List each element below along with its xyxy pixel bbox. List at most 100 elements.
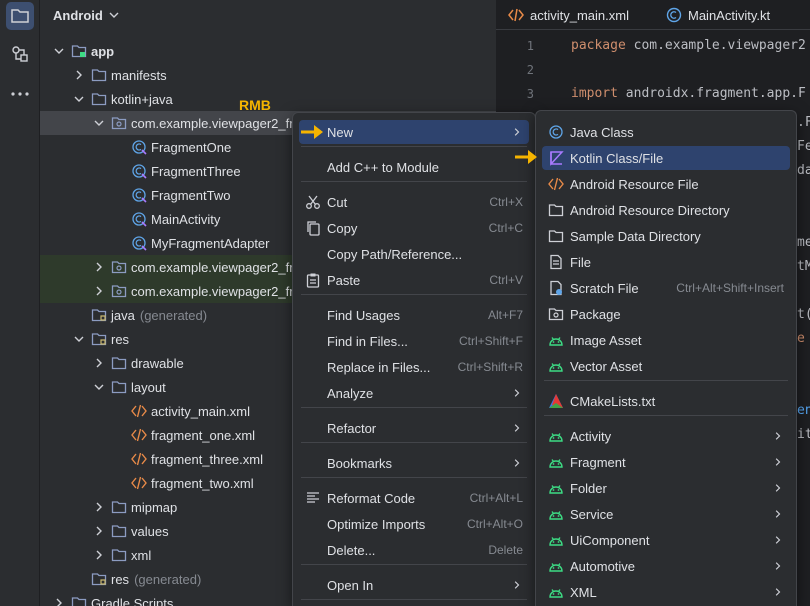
kotlin-class-icon	[132, 212, 147, 227]
menu-item-label: XML	[570, 584, 597, 600]
menu-separator	[301, 564, 527, 565]
menu-item-copy[interactable]: Copy Ctrl+C	[299, 216, 529, 240]
reformat-code-icon	[307, 492, 319, 503]
submenu-item-activity[interactable]: Activity	[542, 424, 790, 448]
menu-item-label: Cut	[327, 194, 348, 210]
submenu-item-android-resource-directory[interactable]: Android Resource Directory	[542, 198, 790, 222]
line-number: 1	[526, 39, 534, 53]
menu-separator	[301, 442, 527, 443]
code-line[interactable]: package com.example.viewpager2	[571, 38, 806, 53]
menu-item-label: Image Asset	[570, 332, 642, 348]
android-icon	[549, 337, 563, 346]
submenu-item-folder[interactable]: Folder	[542, 476, 790, 500]
project-folder-icon[interactable]	[6, 2, 34, 30]
menu-separator	[301, 146, 527, 147]
submenu-item-image-asset[interactable]: Image Asset	[542, 328, 790, 352]
tree-row[interactable]: manifests	[40, 63, 496, 87]
android-icon	[549, 363, 563, 372]
xml-file-icon	[131, 428, 147, 442]
menu-item-label: Copy	[327, 220, 358, 236]
menu-item-label: Android Resource Directory	[570, 202, 730, 218]
menu-item-delete[interactable]: Delete... Delete	[299, 538, 529, 562]
folder-icon	[548, 204, 564, 217]
submenu-item-service[interactable]: Service	[542, 502, 790, 526]
menu-item-label: Reformat Code	[327, 490, 416, 506]
menu-item-label: Paste	[327, 272, 361, 288]
menu-item-label: CMakeLists.txt	[570, 393, 656, 409]
tab-label: activity_main.xml	[530, 7, 629, 23]
tab-activity-main-xml[interactable]: activity_main.xml	[508, 0, 629, 30]
menu-item-label: Replace in Files...	[327, 359, 431, 375]
submenu-item-cmakelists-txt[interactable]: CMakeLists.txt	[542, 389, 790, 413]
code-fragment: tM	[797, 259, 810, 274]
code-fragment: it	[797, 427, 810, 442]
menu-item-label: Scratch File	[570, 280, 639, 296]
menu-item-refactor[interactable]: Refactor	[299, 416, 529, 440]
submenu-item-file[interactable]: File	[542, 250, 790, 274]
menu-item-paste[interactable]: Paste Ctrl+V	[299, 268, 529, 292]
submenu-item-package[interactable]: Package	[542, 302, 790, 326]
android-icon	[549, 433, 563, 442]
paste-icon	[306, 273, 320, 288]
submenu-item-vector-asset[interactable]: Vector Asset	[542, 354, 790, 378]
structure-icon[interactable]	[6, 40, 34, 68]
new-submenu: Java Class Kotlin Class/File Android Resou…	[535, 110, 797, 606]
submenu-item-android-resource-file[interactable]: Android Resource File	[542, 172, 790, 196]
chevron-right-icon	[775, 484, 781, 492]
tree-item-label: MyFragmentAdapter	[151, 235, 270, 251]
menu-shortcut: Delete	[488, 543, 523, 557]
menu-item-label: Bookmarks	[327, 455, 393, 471]
android-icon	[549, 459, 563, 468]
menu-item-bookmarks[interactable]: Bookmarks	[299, 451, 529, 475]
kotlin-file-icon	[550, 151, 564, 166]
folder-icon	[111, 549, 127, 562]
menu-item-new[interactable]: New	[299, 120, 529, 144]
submenu-item-xml[interactable]: XML	[542, 580, 790, 604]
more-icon[interactable]	[6, 80, 34, 108]
folder-icon	[111, 501, 127, 514]
submenu-item-kotlin-class-file[interactable]: Kotlin Class/File	[542, 146, 790, 170]
submenu-item-uicomponent[interactable]: UiComponent	[542, 528, 790, 552]
tree-item-label: values	[131, 523, 169, 539]
menu-item-add-c-to-module[interactable]: Add C++ to Module	[299, 155, 529, 179]
menu-item-cut[interactable]: Cut Ctrl+X	[299, 190, 529, 214]
tree-item-suffix: (generated)	[134, 571, 202, 587]
code-line[interactable]: import androidx.fragment.app.F	[571, 86, 806, 101]
code-fragment: da	[797, 163, 810, 178]
chevron-right-icon	[775, 536, 781, 544]
view-selector[interactable]: Android	[53, 6, 119, 24]
menu-item-reformat-code[interactable]: Reformat Code Ctrl+Alt+L	[299, 486, 529, 510]
menu-item-copy-path-reference[interactable]: Copy Path/Reference...	[299, 242, 529, 266]
tree-row[interactable]: app	[40, 39, 496, 63]
chevron-down-icon	[74, 96, 84, 102]
menu-separator	[544, 380, 788, 381]
code-fragment: e	[797, 331, 805, 346]
menu-item-find-usages[interactable]: Find Usages Alt+F7	[299, 303, 529, 327]
chevron-right-icon	[96, 286, 102, 296]
tree-item-label: com.example.viewpager2_frag	[131, 115, 309, 131]
file-icon	[550, 254, 562, 270]
tree-item-label: java	[111, 307, 135, 323]
chevron-right-icon	[514, 459, 520, 467]
menu-item-analyze[interactable]: Analyze	[299, 381, 529, 405]
submenu-item-fragment[interactable]: Fragment	[542, 450, 790, 474]
menu-item-replace-in-files[interactable]: Replace in Files... Ctrl+Shift+R	[299, 355, 529, 379]
menu-item-optimize-imports[interactable]: Optimize Imports Ctrl+Alt+O	[299, 512, 529, 536]
menu-item-open-in[interactable]: Open In	[299, 573, 529, 597]
submenu-item-automotive[interactable]: Automotive	[542, 554, 790, 578]
tab-mainactivity-kt[interactable]: MainActivity.kt	[666, 0, 770, 30]
chevron-right-icon	[96, 358, 102, 368]
submenu-item-scratch-file[interactable]: Scratch File Ctrl+Alt+Shift+Insert	[542, 276, 790, 300]
folder-icon	[91, 93, 107, 106]
line-number: 3	[526, 87, 534, 101]
android-icon	[549, 537, 563, 546]
tree-item-label: kotlin+java	[111, 91, 173, 107]
submenu-item-sample-data-directory[interactable]: Sample Data Directory	[542, 224, 790, 248]
folder-icon	[111, 381, 127, 394]
copy-icon	[307, 221, 320, 236]
menu-shortcut: Ctrl+Shift+F	[458, 334, 523, 348]
menu-item-find-in-files[interactable]: Find in Files... Ctrl+Shift+F	[299, 329, 529, 353]
xml-file-icon	[131, 476, 147, 490]
submenu-item-java-class[interactable]: Java Class	[542, 120, 790, 144]
cut-icon	[306, 195, 320, 209]
